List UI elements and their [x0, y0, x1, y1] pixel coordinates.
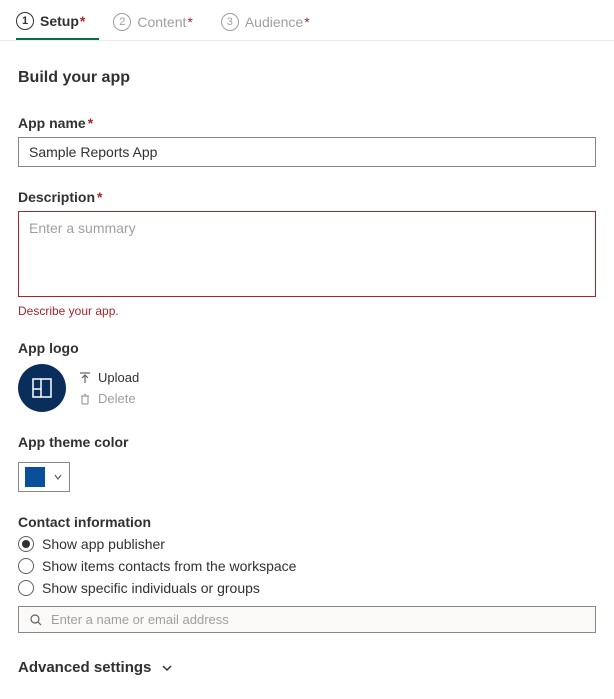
step-setup[interactable]: 1 Setup* — [16, 6, 99, 40]
description-error: Describe your app. — [18, 304, 596, 318]
trash-icon — [78, 392, 92, 406]
radio-label: Show items contacts from the workspace — [42, 558, 296, 574]
radio-show-publisher[interactable]: Show app publisher — [18, 536, 596, 552]
radio-label: Show app publisher — [42, 536, 165, 552]
radio-label: Show specific individuals or groups — [42, 580, 260, 596]
label-text: Description — [18, 189, 95, 205]
app-name-label: App name* — [18, 115, 596, 131]
radio-icon — [18, 558, 34, 574]
app-name-block: App name* — [18, 115, 596, 167]
contact-search-input[interactable] — [51, 612, 585, 627]
description-block: Description* Describe your app. — [18, 189, 596, 318]
delete-logo-button: Delete — [78, 391, 139, 406]
contact-info-label: Contact information — [18, 514, 596, 530]
required-asterisk: * — [97, 189, 102, 205]
label-text: App name — [18, 115, 86, 131]
app-logo-preview — [18, 364, 66, 412]
radio-icon — [18, 536, 34, 552]
radio-show-workspace-contacts[interactable]: Show items contacts from the workspace — [18, 558, 596, 574]
delete-label: Delete — [98, 391, 136, 406]
required-asterisk: * — [187, 14, 192, 30]
step-content[interactable]: 2 Content* — [113, 6, 207, 40]
required-asterisk: * — [88, 115, 93, 131]
wizard-steps: 1 Setup* 2 Content* 3 Audience* — [0, 0, 614, 41]
advanced-settings-label: Advanced settings — [18, 659, 151, 676]
chevron-down-icon — [161, 662, 173, 674]
step-number-icon: 3 — [221, 13, 239, 31]
theme-color-label: App theme color — [18, 434, 596, 450]
step-number-icon: 2 — [113, 13, 131, 31]
page-title: Build your app — [18, 69, 596, 87]
contact-search-box[interactable] — [18, 606, 596, 633]
advanced-settings-toggle[interactable]: Advanced settings — [18, 659, 596, 676]
app-logo-block: App logo Upload — [18, 340, 596, 412]
step-label: Content — [137, 14, 186, 30]
color-swatch — [25, 467, 45, 487]
required-asterisk: * — [304, 14, 309, 30]
app-logo-icon — [30, 376, 54, 400]
upload-label: Upload — [98, 370, 139, 385]
contact-info-block: Contact information Show app publisher S… — [18, 514, 596, 633]
upload-icon — [78, 371, 92, 385]
contact-radio-group: Show app publisher Show items contacts f… — [18, 536, 596, 596]
step-number-icon: 1 — [16, 12, 34, 30]
description-label: Description* — [18, 189, 596, 205]
required-asterisk: * — [80, 13, 85, 29]
description-input[interactable] — [18, 211, 596, 297]
radio-show-specific[interactable]: Show specific individuals or groups — [18, 580, 596, 596]
app-logo-label: App logo — [18, 340, 596, 356]
search-icon — [29, 613, 43, 627]
radio-icon — [18, 580, 34, 596]
step-label: Audience — [245, 14, 303, 30]
step-audience[interactable]: 3 Audience* — [221, 6, 324, 40]
theme-color-picker[interactable] — [18, 462, 70, 492]
chevron-down-icon — [53, 472, 63, 482]
theme-color-block: App theme color — [18, 434, 596, 492]
step-label: Setup — [40, 13, 79, 29]
app-name-input[interactable] — [18, 137, 596, 167]
upload-logo-button[interactable]: Upload — [78, 370, 139, 385]
form-content: Build your app App name* Description* De… — [0, 41, 614, 696]
